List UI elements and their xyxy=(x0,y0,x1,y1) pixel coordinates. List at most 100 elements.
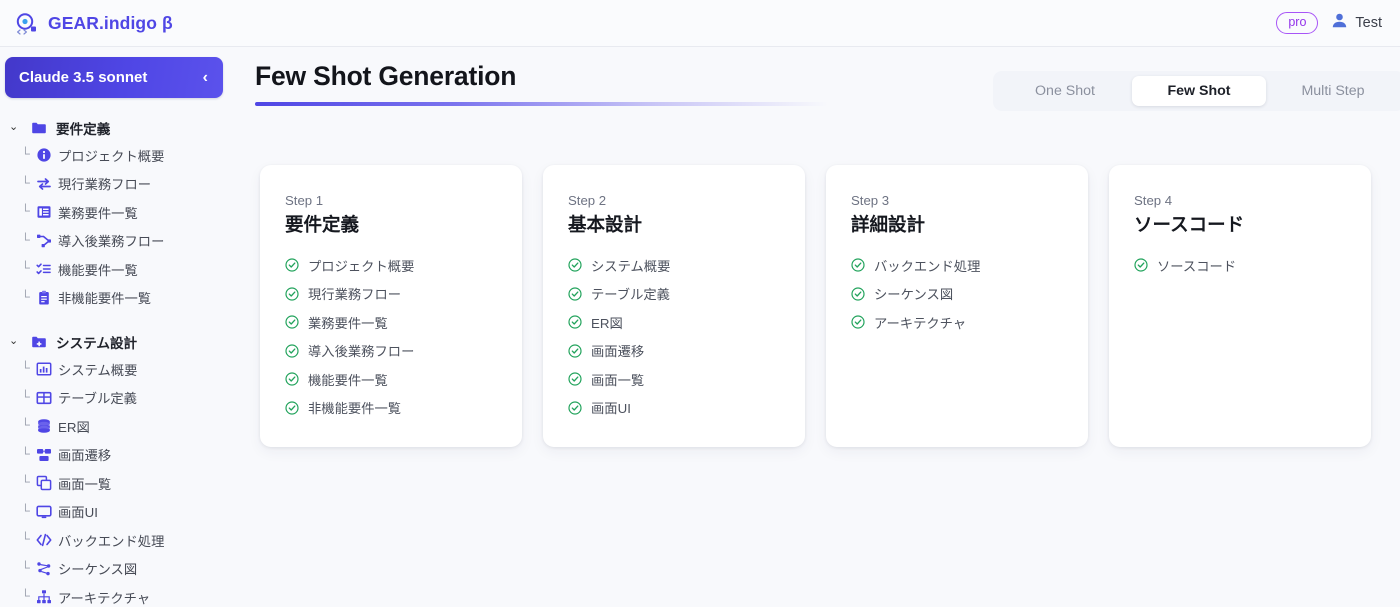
list-item[interactable]: テーブル定義 xyxy=(568,280,783,309)
list-panel-icon xyxy=(36,204,52,220)
sidebar-item-label: 画面遷移 xyxy=(58,448,112,464)
bar-chart-icon xyxy=(36,361,52,377)
list-item-label: 非機能要件一覧 xyxy=(308,401,402,417)
sidebar-item-label: 非機能要件一覧 xyxy=(58,291,152,307)
tree-branch-icon: └ xyxy=(21,475,30,489)
sidebar-item-screen-list[interactable]: └ 画面一覧 xyxy=(0,469,240,498)
sidebar-item-system-overview[interactable]: └ システム概要 xyxy=(0,355,240,384)
sidebar-item-label: 画面UI xyxy=(58,505,98,521)
sidebar-group-system-design[interactable]: ⌄ システム設計 xyxy=(0,328,240,355)
user-avatar-icon xyxy=(1331,12,1348,34)
sidebar-item-sequence-diagram[interactable]: └ シーケンス図 xyxy=(0,555,240,584)
sidebar-item-label: 導入後業務フロー xyxy=(58,234,165,250)
check-circle-icon xyxy=(1134,258,1148,272)
list-item-label: 導入後業務フロー xyxy=(308,344,415,360)
list-item[interactable]: ER図 xyxy=(568,308,783,337)
check-circle-icon xyxy=(568,315,582,329)
top-bar: GEAR.indigo β pro Test xyxy=(0,0,1400,47)
list-item-label: ER図 xyxy=(591,315,623,331)
list-item-label: プロジェクト概要 xyxy=(308,258,415,274)
list-item-label: システム概要 xyxy=(591,258,671,274)
list-item[interactable]: シーケンス図 xyxy=(851,280,1066,309)
check-circle-icon xyxy=(285,344,299,358)
tab-few-shot[interactable]: Few Shot xyxy=(1132,76,1266,106)
check-circle-icon xyxy=(285,315,299,329)
sidebar-item-future-flow[interactable]: └ 導入後業務フロー xyxy=(0,227,240,256)
list-item[interactable]: 業務要件一覧 xyxy=(285,308,500,337)
step-card-4[interactable]: Step 4 ソースコード ソースコード xyxy=(1109,165,1371,447)
list-item-label: テーブル定義 xyxy=(591,287,670,303)
list-item[interactable]: 画面UI xyxy=(568,394,783,423)
sidebar-item-current-flow[interactable]: └ 現行業務フロー xyxy=(0,170,240,199)
step-card-2[interactable]: Step 2 基本設計 システム概要 テーブル定義 ER図 画面遷移 画面一覧 … xyxy=(543,165,805,447)
sidebar-item-backend-processing[interactable]: └ バックエンド処理 xyxy=(0,526,240,555)
tree-branch-icon: └ xyxy=(21,389,30,404)
list-item-label: 機能要件一覧 xyxy=(308,372,388,388)
tree-branch-icon: └ xyxy=(21,175,30,190)
sidebar-item-label: 機能要件一覧 xyxy=(58,262,138,278)
card-step-label: Step 3 xyxy=(851,193,890,208)
step-card-3[interactable]: Step 3 詳細設計 バックエンド処理 シーケンス図 アーキテクチャ xyxy=(826,165,1088,447)
tree-branch-icon: └ xyxy=(21,418,30,432)
sidebar-item-label: システム概要 xyxy=(58,362,138,378)
folder-plus-icon xyxy=(31,334,47,350)
check-circle-icon xyxy=(851,258,865,272)
sidebar-group-requirements[interactable]: ⌄ 要件定義 xyxy=(0,114,240,141)
sidebar-item-project-overview[interactable]: └ プロジェクト概要 xyxy=(0,141,240,170)
model-selector-label: Claude 3.5 sonnet xyxy=(19,69,148,86)
list-item[interactable]: 機能要件一覧 xyxy=(285,365,500,394)
tab-multi-step[interactable]: Multi Step xyxy=(1266,76,1400,106)
list-item[interactable]: プロジェクト概要 xyxy=(285,251,500,280)
sidebar-item-label: 業務要件一覧 xyxy=(58,205,138,221)
tree-branch-icon: └ xyxy=(21,589,30,603)
card-step-label: Step 2 xyxy=(568,193,607,208)
list-item[interactable]: 画面一覧 xyxy=(568,365,783,394)
step-cards: Step 1 要件定義 プロジェクト概要 現行業務フロー 業務要件一覧 導入後業… xyxy=(260,165,1371,447)
top-bar-right: pro Test xyxy=(1276,11,1400,35)
sidebar-item-table-definition[interactable]: └ テーブル定義 xyxy=(0,384,240,413)
tree-branch-icon: └ xyxy=(21,232,30,247)
sidebar-item-label: 現行業務フロー xyxy=(58,177,152,193)
card-step-label: Step 4 xyxy=(1134,193,1173,208)
app-root: GEAR.indigo β pro Test Claude 3.5 sonnet… xyxy=(0,0,1400,607)
chevron-down-icon: ⌄ xyxy=(9,121,19,133)
step-card-1[interactable]: Step 1 要件定義 プロジェクト概要 現行業務フロー 業務要件一覧 導入後業… xyxy=(260,165,522,447)
brand[interactable]: GEAR.indigo β xyxy=(0,11,173,36)
check-circle-icon xyxy=(285,287,299,301)
sidebar-item-screen-ui[interactable]: └ 画面UI xyxy=(0,498,240,527)
sidebar-item-nonfunctional-requirements[interactable]: └ 非機能要件一覧 xyxy=(0,284,240,313)
list-item[interactable]: 導入後業務フロー xyxy=(285,337,500,366)
sidebar: Claude 3.5 sonnet ‹ ⌄ 要件定義 └ プロジェクト概要 └ … xyxy=(0,47,240,607)
list-item-label: 現行業務フロー xyxy=(308,287,402,303)
user-menu[interactable]: Test xyxy=(1331,12,1382,34)
list-item-label: ソースコード xyxy=(1157,258,1237,274)
list-item[interactable]: アーキテクチャ xyxy=(851,308,1066,337)
list-item-label: 画面UI xyxy=(591,401,631,417)
sidebar-group-label: 要件定義 xyxy=(56,121,111,137)
status-badge-pro[interactable]: pro xyxy=(1276,11,1319,35)
list-item[interactable]: バックエンド処理 xyxy=(851,251,1066,280)
tab-one-shot[interactable]: One Shot xyxy=(998,76,1132,106)
sidebar-item-business-requirements[interactable]: └ 業務要件一覧 xyxy=(0,198,240,227)
check-circle-icon xyxy=(285,258,299,272)
sidebar-item-architecture[interactable]: └ アーキテクチャ xyxy=(0,583,240,607)
list-item[interactable]: 非機能要件一覧 xyxy=(285,394,500,423)
sidebar-group-label: システム設計 xyxy=(56,335,138,351)
list-item[interactable]: 画面遷移 xyxy=(568,337,783,366)
tree-branch-icon: └ xyxy=(21,147,30,161)
info-circle-icon xyxy=(36,147,52,163)
list-item[interactable]: システム概要 xyxy=(568,251,783,280)
main-content: Few Shot Generation One Shot Few Shot Mu… xyxy=(240,47,1400,607)
sidebar-item-er-diagram[interactable]: └ ER図 xyxy=(0,412,240,441)
clipboard-icon xyxy=(36,290,52,306)
page-title-block: Few Shot Generation xyxy=(255,61,831,106)
database-icon xyxy=(36,418,52,434)
list-item[interactable]: ソースコード xyxy=(1134,251,1349,280)
sidebar-item-label: テーブル定義 xyxy=(58,391,137,407)
sidebar-item-functional-requirements[interactable]: └ 機能要件一覧 xyxy=(0,255,240,284)
list-item[interactable]: 現行業務フロー xyxy=(285,280,500,309)
tree-branch-icon: └ xyxy=(21,532,30,546)
model-selector-button[interactable]: Claude 3.5 sonnet ‹ xyxy=(5,57,223,98)
check-circle-icon xyxy=(568,344,582,358)
sidebar-item-screen-transition[interactable]: └ 画面遷移 xyxy=(0,441,240,470)
